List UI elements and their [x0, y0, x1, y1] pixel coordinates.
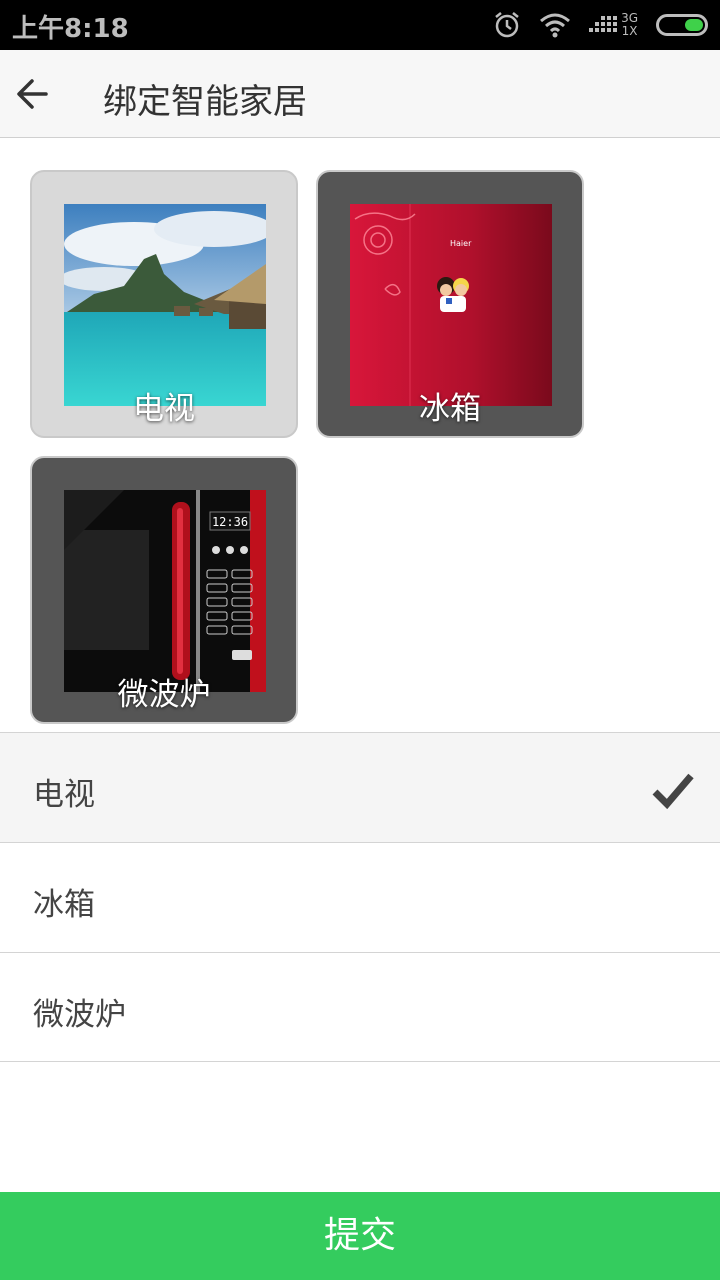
- fridge-door-image: Haier: [350, 204, 552, 406]
- tropical-lagoon-image: [64, 204, 266, 406]
- microwave-front-image: 12:36: [64, 490, 266, 692]
- list-item-label: 电视: [33, 777, 95, 813]
- battery-icon: [656, 14, 708, 36]
- back-arrow-icon[interactable]: [10, 70, 58, 118]
- battery-level: [685, 19, 703, 31]
- alarm-icon: [495, 12, 519, 38]
- signal-group: 3G 1X: [589, 12, 638, 38]
- device-tile-label: 微波炉: [117, 677, 211, 713]
- fridge-brand-logo: Haier: [450, 239, 472, 248]
- status-time: 上午8:18: [12, 14, 129, 44]
- tv-image: [64, 204, 266, 406]
- device-list: 电视 冰箱 微波炉: [0, 732, 720, 1062]
- device-tile-label: 电视: [133, 391, 195, 427]
- status-bar: 上午8:18 3G 1X: [0, 0, 720, 50]
- list-item-microwave[interactable]: 微波炉: [0, 952, 720, 1062]
- microwave-image: 12:36: [64, 490, 266, 692]
- device-grid: 电视 Haier 冰箱 12:36 微波炉: [0, 138, 720, 732]
- device-tile-label: 冰箱: [419, 391, 481, 427]
- device-tile-fridge[interactable]: Haier 冰箱: [316, 170, 584, 438]
- list-item-label: 冰箱: [33, 887, 95, 923]
- microwave-clock: 12:36: [212, 515, 248, 529]
- network-type: 3G 1X: [621, 12, 638, 38]
- list-item-fridge[interactable]: 冰箱: [0, 842, 720, 952]
- status-icons: 3G 1X: [475, 9, 708, 41]
- wifi-icon: [540, 13, 571, 38]
- device-tile-microwave[interactable]: 12:36 微波炉: [30, 456, 298, 724]
- list-item-label: 微波炉: [33, 997, 126, 1033]
- device-tile-tv[interactable]: 电视: [30, 170, 298, 438]
- check-icon: [652, 773, 694, 809]
- network-bottom-label: 1X: [621, 24, 638, 38]
- page-title: 绑定智能家居: [103, 82, 307, 122]
- fridge-image: Haier: [350, 204, 552, 406]
- signal-icon: [589, 16, 618, 32]
- submit-button[interactable]: 提交: [0, 1192, 720, 1280]
- app-bar: 绑定智能家居: [0, 50, 720, 138]
- list-item-tv[interactable]: 电视: [0, 732, 720, 842]
